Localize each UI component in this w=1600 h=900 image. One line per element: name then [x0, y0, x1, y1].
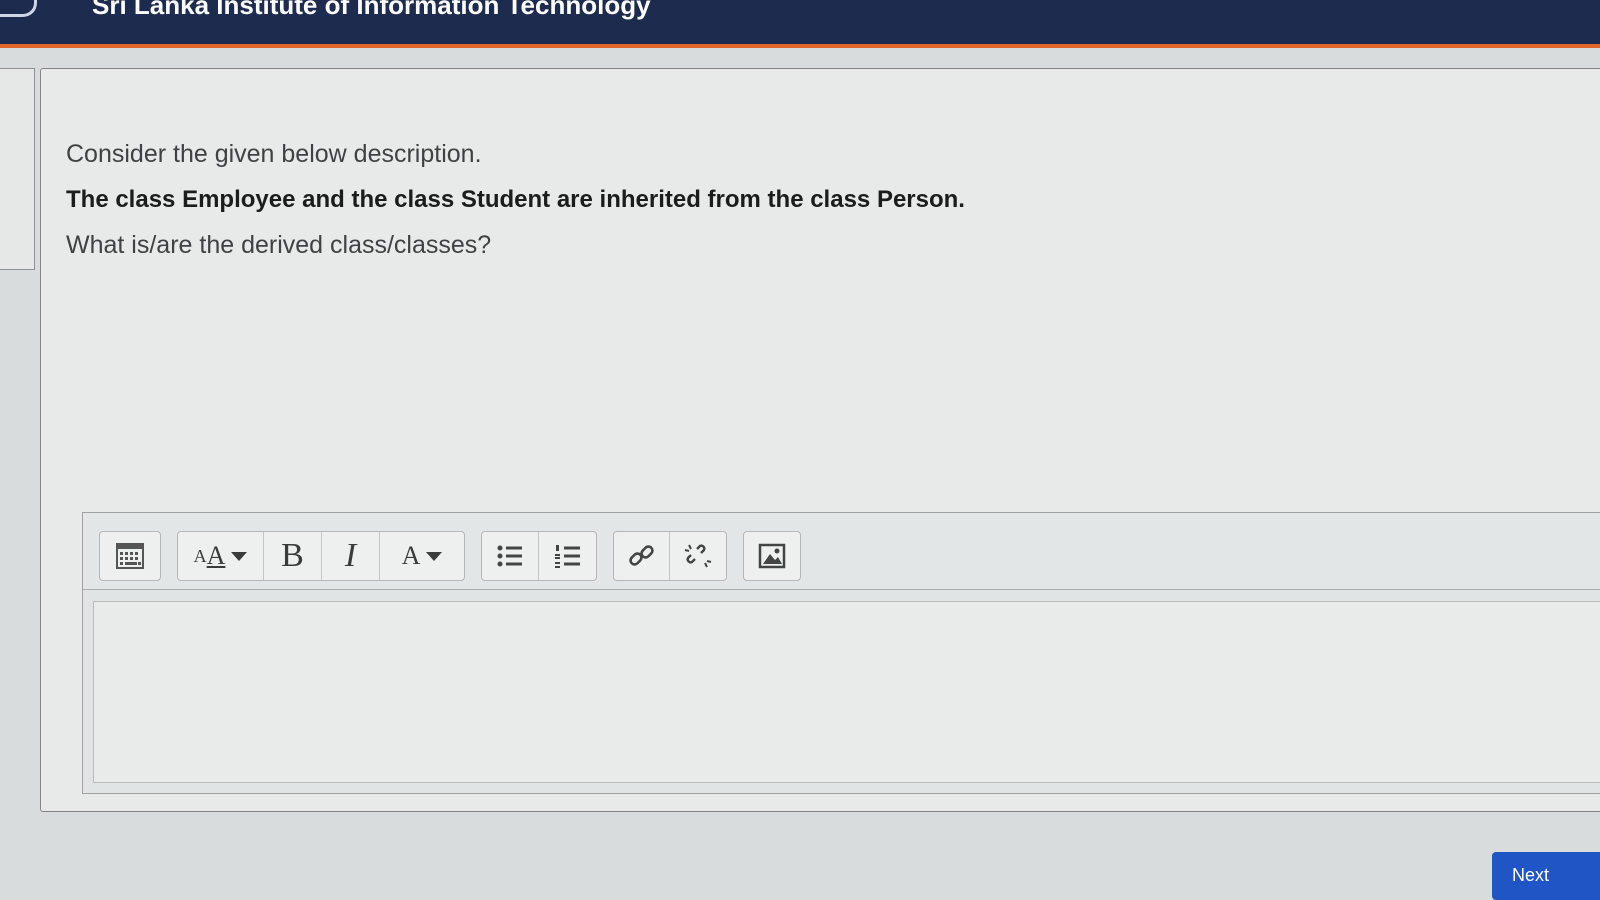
font-color-icon: A — [402, 541, 443, 571]
insert-image-button[interactable] — [744, 532, 800, 580]
chevron-down-icon — [426, 551, 443, 561]
bold-icon: B — [281, 537, 304, 574]
toolbar-group-lists — [481, 531, 597, 581]
answer-text-area[interactable] — [93, 601, 1600, 783]
toolbar-group-more — [99, 531, 161, 581]
font-size-button[interactable]: AA — [178, 532, 264, 580]
next-page-button[interactable]: Next — [1492, 852, 1600, 900]
link-button[interactable] — [614, 532, 670, 580]
image-icon — [758, 543, 786, 569]
ordered-list-icon — [554, 545, 580, 568]
question-prompt: What is/are the derived class/classes? — [66, 231, 492, 259]
quiz-navigation-panel[interactable] — [0, 68, 35, 270]
font-size-large-a: A — [206, 541, 226, 570]
toolbar-group-media — [743, 531, 801, 581]
show-more-icon — [116, 543, 144, 569]
logo-icon — [0, 0, 37, 17]
font-color-letter: A — [401, 541, 421, 570]
question-description: The class Employee and the class Student… — [66, 186, 965, 213]
font-color-button[interactable]: A — [380, 532, 464, 580]
unordered-list-icon — [497, 545, 522, 567]
unlink-button[interactable] — [670, 532, 726, 580]
toolbar-group-links — [613, 531, 727, 581]
site-title: Sri Lanka Institute of Information Techn… — [92, 0, 651, 20]
site-header: Sri Lanka Institute of Information Techn… — [0, 0, 1600, 48]
question-intro: Consider the given below description. — [66, 140, 482, 168]
chevron-down-icon — [231, 551, 248, 561]
font-size-icon: AA — [194, 541, 248, 571]
toolbar-group-format: AA B I A — [177, 531, 465, 581]
italic-icon: I — [344, 537, 357, 574]
show-more-button[interactable] — [100, 532, 160, 580]
font-size-small-a: A — [193, 545, 207, 566]
unordered-list-button[interactable] — [482, 532, 539, 580]
answer-editor: AA B I A — [82, 512, 1600, 794]
unlink-icon — [684, 544, 712, 568]
ordered-list-button[interactable] — [539, 532, 596, 580]
editor-toolbar: AA B I A — [83, 513, 1600, 590]
bold-button[interactable]: B — [264, 532, 322, 580]
italic-button[interactable]: I — [322, 532, 380, 580]
link-icon — [628, 545, 654, 566]
